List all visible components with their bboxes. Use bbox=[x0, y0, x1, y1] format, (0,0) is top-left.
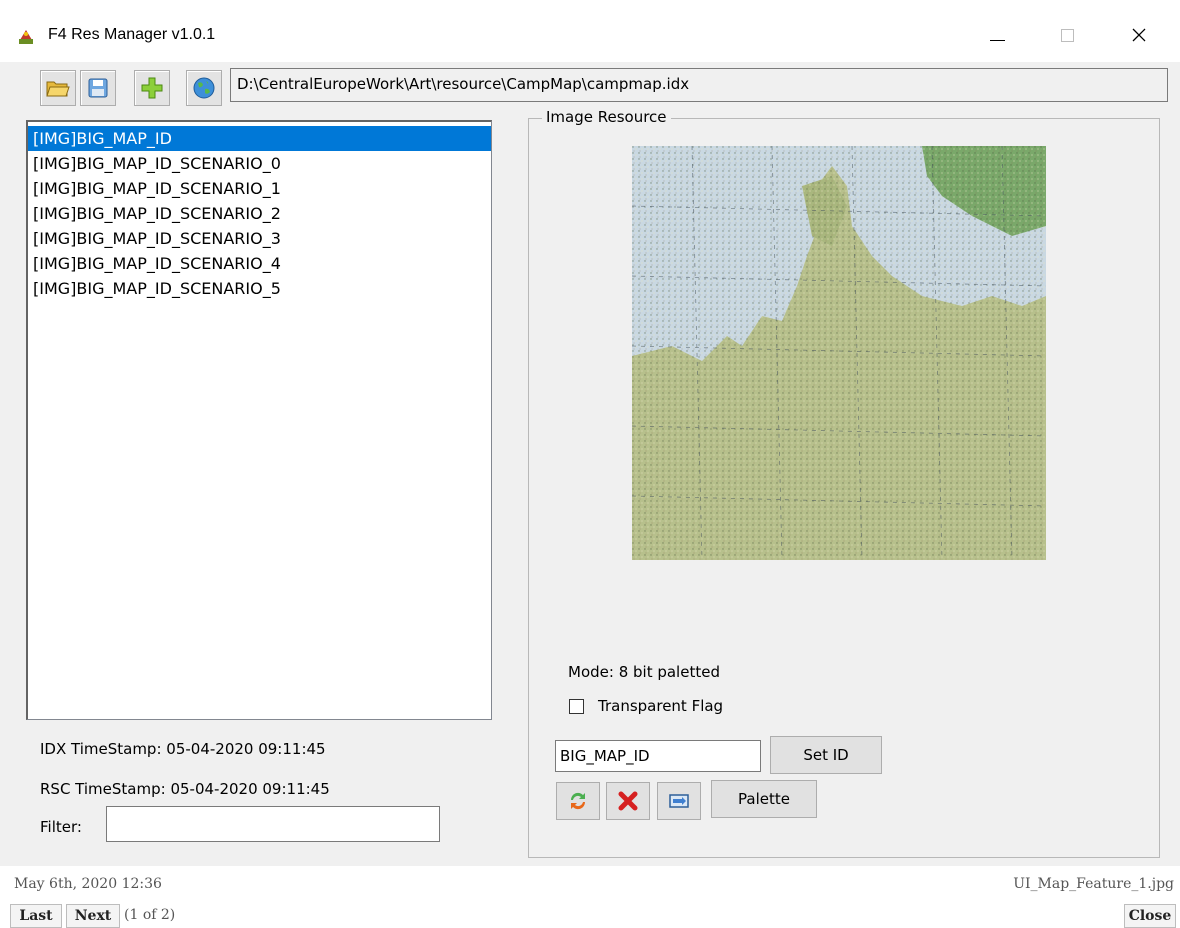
next-button[interactable]: Next bbox=[66, 904, 120, 928]
list-item[interactable]: [IMG]BIG_MAP_ID_SCENARIO_0 bbox=[28, 151, 491, 176]
filter-input[interactable] bbox=[106, 806, 440, 842]
page-indicator: (1 of 2) bbox=[124, 907, 176, 923]
list-item[interactable]: [IMG]BIG_MAP_ID_SCENARIO_3 bbox=[28, 226, 491, 251]
transparent-flag-label[interactable]: Transparent Flag bbox=[598, 697, 723, 715]
last-button[interactable]: Last bbox=[10, 904, 62, 928]
palette-button[interactable]: Palette bbox=[711, 780, 817, 818]
rsc-timestamp: RSC TimeStamp: 05-04-2020 09:11:45 bbox=[40, 780, 330, 798]
list-item[interactable]: [IMG]BIG_MAP_ID_SCENARIO_5 bbox=[28, 276, 491, 301]
export-button[interactable] bbox=[657, 782, 701, 820]
save-icon bbox=[88, 78, 108, 98]
close-icon bbox=[1132, 28, 1146, 42]
add-icon bbox=[141, 77, 163, 99]
maximize-icon bbox=[1060, 28, 1074, 42]
minimize-button[interactable] bbox=[974, 18, 1020, 52]
filter-label: Filter: bbox=[40, 818, 82, 836]
refresh-button[interactable] bbox=[556, 782, 600, 820]
viewer-filename: UI_Map_Feature_1.jpg bbox=[1013, 876, 1174, 892]
save-file-button[interactable] bbox=[80, 70, 116, 106]
refresh-icon bbox=[570, 792, 586, 810]
list-item[interactable]: [IMG]BIG_MAP_ID bbox=[28, 126, 491, 151]
set-id-button[interactable]: Set ID bbox=[770, 736, 882, 774]
idx-timestamp: IDX TimeStamp: 05-04-2020 09:11:45 bbox=[40, 740, 326, 758]
list-item[interactable]: [IMG]BIG_MAP_ID_SCENARIO_2 bbox=[28, 201, 491, 226]
app-icon bbox=[19, 30, 33, 44]
list-item[interactable]: [IMG]BIG_MAP_ID_SCENARIO_1 bbox=[28, 176, 491, 201]
delete-icon bbox=[618, 791, 638, 811]
open-file-button[interactable] bbox=[40, 70, 76, 106]
viewer-date: May 6th, 2020 12:36 bbox=[14, 876, 162, 892]
app-window: F4 Res Manager v1.0.1 D:\CentralEuropeWo… bbox=[0, 0, 1180, 866]
file-path-field[interactable]: D:\CentralEuropeWork\Art\resource\CampMa… bbox=[230, 68, 1168, 102]
add-resource-button[interactable] bbox=[134, 70, 170, 106]
close-window-button[interactable] bbox=[1116, 18, 1162, 52]
export-icon bbox=[669, 794, 689, 808]
globe-button[interactable] bbox=[186, 70, 222, 106]
image-preview bbox=[632, 146, 1046, 560]
close-viewer-button[interactable]: Close bbox=[1124, 904, 1176, 928]
list-item[interactable]: [IMG]BIG_MAP_ID_SCENARIO_4 bbox=[28, 251, 491, 276]
window-title: F4 Res Manager v1.0.1 bbox=[48, 26, 216, 43]
image-resource-title: Image Resource bbox=[542, 108, 671, 126]
transparent-flag-checkbox[interactable] bbox=[569, 699, 584, 714]
delete-button[interactable] bbox=[606, 782, 650, 820]
maximize-button[interactable] bbox=[1044, 18, 1090, 52]
resource-id-input[interactable] bbox=[555, 740, 761, 772]
minimize-icon bbox=[989, 39, 1005, 41]
title-bar: F4 Res Manager v1.0.1 bbox=[0, 0, 1180, 62]
globe-icon bbox=[193, 77, 215, 99]
folder-open-icon bbox=[46, 81, 70, 97]
resource-list[interactable]: [IMG]BIG_MAP_ID [IMG]BIG_MAP_ID_SCENARIO_… bbox=[26, 120, 492, 720]
mode-label: Mode: 8 bit paletted bbox=[568, 663, 720, 681]
